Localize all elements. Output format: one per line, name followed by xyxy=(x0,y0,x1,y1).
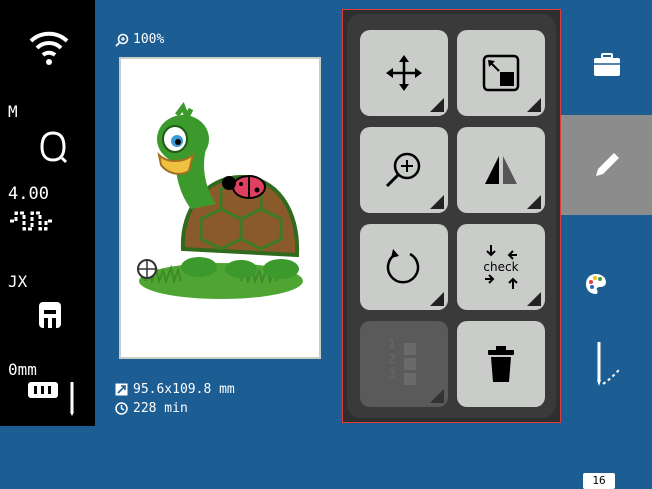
zoom-indicator[interactable]: 100% xyxy=(115,32,164,47)
design-size-value: 95.6x109.8 mm xyxy=(133,382,235,397)
wifi-status[interactable] xyxy=(0,25,95,75)
nav-design-selection[interactable] xyxy=(561,35,652,95)
submenu-indicator xyxy=(430,98,444,112)
needle-plate-icon xyxy=(28,382,74,416)
zoom-button[interactable] xyxy=(360,127,448,213)
order-numbers: 1 2 3 xyxy=(388,337,396,381)
nav-edit[interactable] xyxy=(561,115,652,215)
edit-tools-panel: check 1 2 3 xyxy=(342,9,561,423)
trash-icon xyxy=(488,346,514,382)
nav-stitch-out[interactable] xyxy=(561,330,652,400)
right-navigation: 16 xyxy=(561,0,652,489)
foot-status[interactable]: JX xyxy=(0,272,95,332)
needle-label: 0mm xyxy=(8,360,37,379)
mirror-icon xyxy=(485,156,517,184)
resize-button[interactable] xyxy=(457,30,545,116)
embroidery-hoop[interactable] xyxy=(119,57,321,359)
zoom-value: 100% xyxy=(133,32,165,47)
clock-icon xyxy=(115,402,128,415)
rotate-icon xyxy=(386,249,420,284)
embroidery-foot-icon xyxy=(39,302,61,328)
submenu-indicator xyxy=(527,195,541,209)
move-icon xyxy=(386,55,422,91)
mirror-button[interactable] xyxy=(457,127,545,213)
design-time-info: 228 min xyxy=(115,401,188,416)
submenu-indicator xyxy=(430,389,444,403)
folder-icon xyxy=(593,53,620,76)
submenu-indicator xyxy=(527,292,541,306)
presser-foot-status[interactable]: M xyxy=(0,100,95,170)
check-label: check xyxy=(483,260,519,274)
submenu-indicator xyxy=(430,195,444,209)
status-sidebar: M 4.00 JX 0mm xyxy=(0,0,95,426)
stitch-pattern-icon xyxy=(10,211,52,231)
foot-label: JX xyxy=(8,272,28,291)
design-size-info: 95.6x109.8 mm xyxy=(115,382,235,397)
pencil-icon xyxy=(595,153,619,176)
move-button[interactable] xyxy=(360,30,448,116)
wifi-icon xyxy=(29,31,69,65)
embroidery-preview-area: 100% 95.6x109.8 mm 228 min xyxy=(95,0,340,426)
design-time-value: 228 min xyxy=(133,401,188,416)
resize-small-icon xyxy=(115,383,128,396)
needle-icon xyxy=(596,342,620,386)
palette-icon xyxy=(586,274,606,294)
needle-status[interactable]: 0mm xyxy=(0,358,95,420)
resize-icon xyxy=(482,54,520,92)
stitch-order-button[interactable]: 1 2 3 xyxy=(360,321,448,407)
check-button[interactable]: check xyxy=(457,224,545,310)
turtle-design-image[interactable] xyxy=(121,59,319,357)
stitch-length-status[interactable]: 4.00 xyxy=(0,180,95,240)
presser-foot-label: M xyxy=(8,102,18,121)
edit-tools-grid: check 1 2 3 xyxy=(347,14,556,418)
stitch-value: 4.00 xyxy=(8,184,49,204)
rotate-button[interactable] xyxy=(360,224,448,310)
zoom-in-icon xyxy=(385,152,421,188)
submenu-indicator xyxy=(527,98,541,112)
loop-icon xyxy=(40,131,68,164)
submenu-indicator xyxy=(430,292,444,306)
delete-button[interactable] xyxy=(457,321,545,407)
zoom-icon xyxy=(115,33,129,47)
nav-color-palette[interactable]: 16 xyxy=(561,235,652,489)
color-count-badge: 16 xyxy=(583,473,615,489)
